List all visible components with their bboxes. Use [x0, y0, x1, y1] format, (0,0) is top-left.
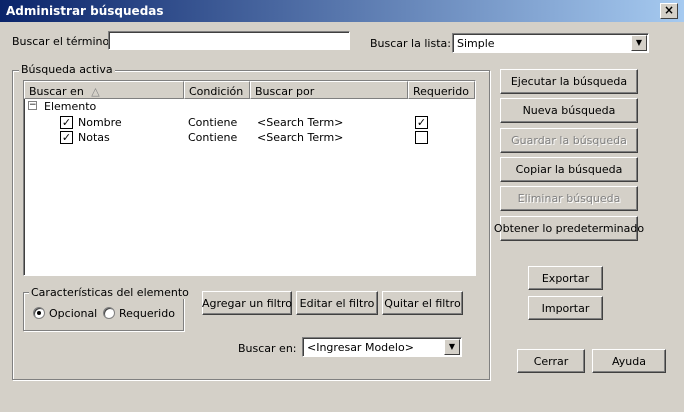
search-list-label: Buscar la lista:: [370, 37, 451, 50]
column-header-label: Buscar por: [255, 85, 315, 98]
close-icon[interactable]: ×: [660, 3, 678, 19]
optional-radio[interactable]: [33, 307, 45, 319]
search-term-label: Buscar el término:: [12, 35, 113, 48]
column-header-search-by[interactable]: Buscar por: [250, 81, 408, 99]
import-button[interactable]: Importar: [528, 296, 603, 320]
required-checkbox[interactable]: [415, 131, 428, 144]
optional-radio-label[interactable]: Opcional: [49, 307, 97, 320]
search-in-value: <Ingresar Modelo>: [307, 341, 414, 354]
delete-search-button[interactable]: Eliminar búsqueda: [500, 186, 638, 211]
criteria-list[interactable]: Buscar en △ Condición Buscar por Requeri…: [23, 80, 476, 276]
edit-filter-button[interactable]: Editar el filtro: [296, 291, 378, 315]
new-search-button[interactable]: Nueva búsqueda: [500, 98, 638, 123]
collapse-icon[interactable]: −: [28, 101, 37, 110]
chevron-down-icon[interactable]: ▼: [631, 35, 647, 51]
row-checkbox[interactable]: ✓: [60, 131, 73, 144]
column-header-search-in[interactable]: Buscar en △: [24, 81, 184, 99]
copy-search-button[interactable]: Copiar la búsqueda: [500, 157, 638, 182]
row-search-by: <Search Term>: [257, 116, 344, 129]
search-list-select[interactable]: Simple ▼: [452, 33, 649, 53]
export-button[interactable]: Exportar: [528, 266, 603, 290]
table-row[interactable]: ✓ Nombre Contiene <Search Term> ✓: [24, 115, 475, 130]
row-field-name: Nombre: [78, 116, 122, 129]
chevron-down-icon[interactable]: ▼: [444, 339, 460, 355]
column-header-label: Buscar en: [29, 85, 84, 98]
window-title: Administrar búsquedas: [6, 4, 164, 18]
search-in-label: Buscar en:: [238, 342, 297, 355]
row-condition: Contiene: [188, 116, 238, 129]
element-features-legend: Características del elemento: [29, 286, 191, 299]
row-search-by: <Search Term>: [257, 131, 344, 144]
help-button[interactable]: Ayuda: [592, 349, 666, 373]
search-list-value: Simple: [457, 37, 495, 50]
table-row[interactable]: ✓ Notas Contiene <Search Term>: [24, 130, 475, 145]
add-filter-button[interactable]: Agregar un filtro: [202, 291, 292, 315]
search-in-select[interactable]: <Ingresar Modelo> ▼: [302, 337, 462, 357]
get-defaults-button[interactable]: Obtener lo predeterminado: [494, 216, 644, 241]
column-header-label: Requerido: [413, 85, 469, 98]
required-radio[interactable]: [103, 307, 115, 319]
row-field-name: Notas: [78, 131, 110, 144]
remove-filter-button[interactable]: Quitar el filtro: [382, 291, 463, 315]
required-radio-label[interactable]: Requerido: [119, 307, 175, 320]
row-condition: Contiene: [188, 131, 238, 144]
required-checkbox[interactable]: ✓: [415, 116, 428, 129]
column-header-condition[interactable]: Condición: [184, 81, 250, 99]
search-term-input[interactable]: [108, 31, 350, 50]
sort-ascending-icon: △: [91, 85, 100, 98]
column-header-label: Condición: [189, 85, 244, 98]
close-button[interactable]: Cerrar: [517, 349, 585, 373]
column-header-required[interactable]: Requerido: [408, 81, 475, 99]
active-search-legend: Búsqueda activa: [19, 63, 115, 76]
run-search-button[interactable]: Ejecutar la búsqueda: [500, 69, 638, 94]
save-search-button[interactable]: Guardar la búsqueda: [500, 128, 638, 153]
group-label: Elemento: [44, 100, 97, 113]
row-checkbox[interactable]: ✓: [60, 116, 73, 129]
